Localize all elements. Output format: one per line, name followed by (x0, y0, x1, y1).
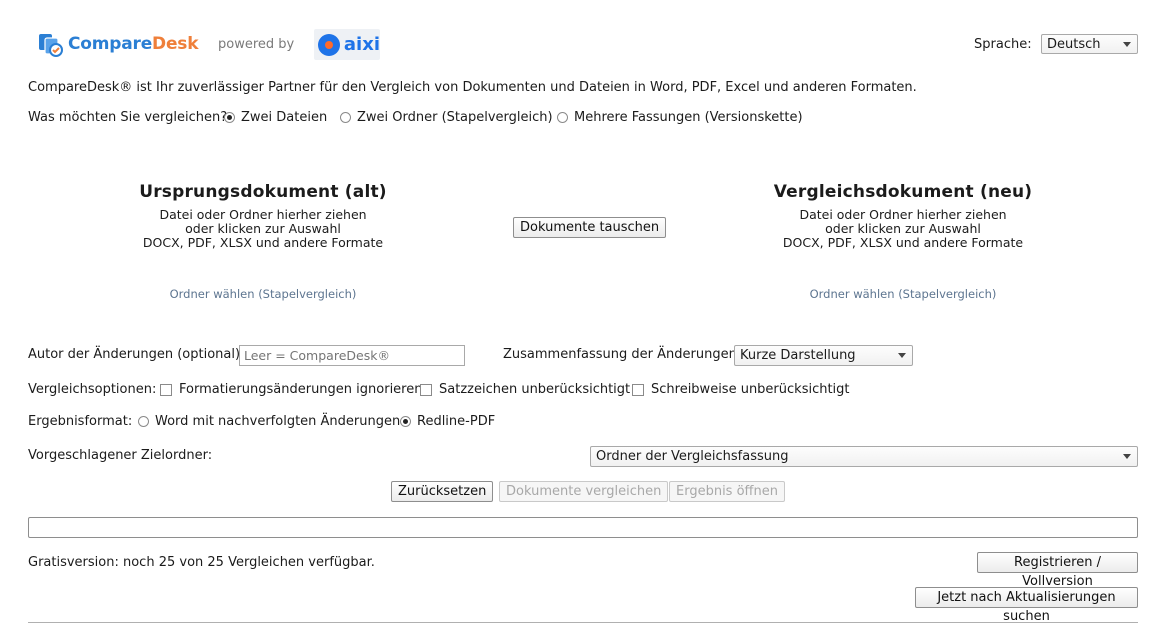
output-format-label: Ergebnisformat: (28, 414, 133, 429)
chevron-down-icon (898, 353, 906, 358)
radio-selected-icon (400, 416, 411, 427)
target-title: Vergleichsdokument (neu) (773, 182, 1033, 202)
target-folder-label: Vorgeschlagener Zielordner: (28, 448, 213, 463)
target-folder-link[interactable]: Ordner wählen (Stapelvergleich) (753, 287, 1053, 301)
mode-two-folders-label: Zwei Ordner (Stapelvergleich) (357, 110, 553, 125)
language-select-value: Deutsch (1047, 37, 1101, 52)
author-input[interactable] (239, 345, 465, 366)
bottom-divider (28, 622, 1138, 626)
options-label: Vergleichsoptionen: (28, 382, 157, 397)
check-updates-button[interactable]: Jetzt nach Aktualisierungen suchen (915, 587, 1138, 624)
ignore-punctuation-label: Satzzeichen unberücksichtigt (439, 382, 631, 397)
register-button[interactable]: Registrieren / Vollversion (977, 552, 1138, 589)
checkbox-unchecked-icon (160, 383, 172, 396)
source-hint-1: Datei oder Ordner hierher ziehen (159, 207, 367, 222)
target-hint-2: oder klicken zur Auswahl (825, 221, 981, 236)
language-select[interactable]: Deutsch (1041, 34, 1138, 54)
open-result-button[interactable]: Ergebnis öffnen (669, 481, 785, 502)
ignore-case-checkbox[interactable]: Schreibweise unberücksichtigt (632, 382, 850, 397)
partner-logo: aixi (314, 29, 380, 60)
partner-logo-icon (318, 33, 340, 56)
ignore-formatting-checkbox[interactable]: Formatierungsänderungen ignorieren (160, 382, 422, 397)
target-hint-3: DOCX, PDF, XLSX und andere Formate (782, 235, 1024, 250)
source-hint-3: DOCX, PDF, XLSX und andere Formate (142, 235, 384, 250)
target-hint-1: Datei oder Ordner hierher ziehen (799, 207, 1007, 222)
author-label: Autor der Änderungen (optional): (28, 347, 245, 362)
format-pdf-label: Redline-PDF (417, 414, 496, 429)
checkbox-unchecked-icon (420, 383, 432, 396)
radio-unselected-icon (340, 112, 351, 123)
mode-two-files-label: Zwei Dateien (241, 110, 328, 125)
summary-select[interactable]: Kurze Darstellung (734, 345, 913, 366)
format-pdf-radio[interactable]: Redline-PDF (400, 414, 495, 429)
summary-select-value: Kurze Darstellung (740, 348, 856, 363)
compare-docs-icon (39, 34, 63, 57)
mode-two-files-radio[interactable]: Zwei Dateien (224, 110, 327, 125)
source-hint-2: oder klicken zur Auswahl (185, 221, 341, 236)
swap-documents-button[interactable]: Dokumente tauschen (513, 217, 667, 238)
format-word-label: Word mit nachverfolgten Änderungen (155, 414, 401, 429)
partner-logo-text: aixi (343, 34, 380, 55)
target-folder-value: Ordner der Vergleichsfassung (596, 449, 789, 464)
source-title: Ursprungsdokument (alt) (139, 182, 387, 202)
ignore-punctuation-checkbox[interactable]: Satzzeichen unberücksichtigt (420, 382, 630, 397)
chevron-down-icon (1123, 42, 1131, 47)
powered-by-label: powered by (218, 37, 295, 52)
mode-version-chain-label: Mehrere Fassungen (Versionskette) (574, 110, 803, 125)
radio-unselected-icon (138, 416, 149, 427)
target-folder-select[interactable]: Ordner der Vergleichsfassung (590, 446, 1138, 467)
app-logo-text: CompareDesk (68, 34, 199, 54)
progress-bar (28, 517, 1138, 538)
language-label: Sprache: (974, 37, 1032, 52)
radio-selected-icon (224, 112, 235, 123)
mode-version-chain-radio[interactable]: Mehrere Fassungen (Versionskette) (557, 110, 803, 125)
app-logo: CompareDesk (38, 31, 198, 57)
target-drop-zone[interactable]: Vergleichsdokument (neu) Datei oder Ordn… (753, 182, 1053, 250)
checkbox-unchecked-icon (632, 383, 644, 396)
reset-button[interactable]: Zurücksetzen (391, 481, 494, 502)
intro-text: CompareDesk® ist Ihr zuverlässiger Partn… (28, 80, 917, 95)
format-word-radio[interactable]: Word mit nachverfolgten Änderungen (138, 414, 400, 429)
ignore-case-label: Schreibweise unberücksichtigt (651, 382, 850, 397)
summary-label: Zusammenfassung der Änderungen: (503, 347, 742, 362)
compare-mode-label: Was möchten Sie vergleichen? (28, 110, 228, 125)
compare-documents-button[interactable]: Dokumente vergleichen (499, 481, 669, 502)
radio-unselected-icon (557, 112, 568, 123)
license-status-text: Gratisversion: noch 25 von 25 Vergleiche… (28, 555, 375, 570)
source-folder-link[interactable]: Ordner wählen (Stapelvergleich) (113, 287, 413, 301)
mode-two-folders-radio[interactable]: Zwei Ordner (Stapelvergleich) (340, 110, 553, 125)
source-drop-zone[interactable]: Ursprungsdokument (alt) Datei oder Ordne… (113, 182, 413, 250)
chevron-down-icon (1123, 454, 1131, 459)
ignore-formatting-label: Formatierungsänderungen ignorieren (179, 382, 423, 397)
